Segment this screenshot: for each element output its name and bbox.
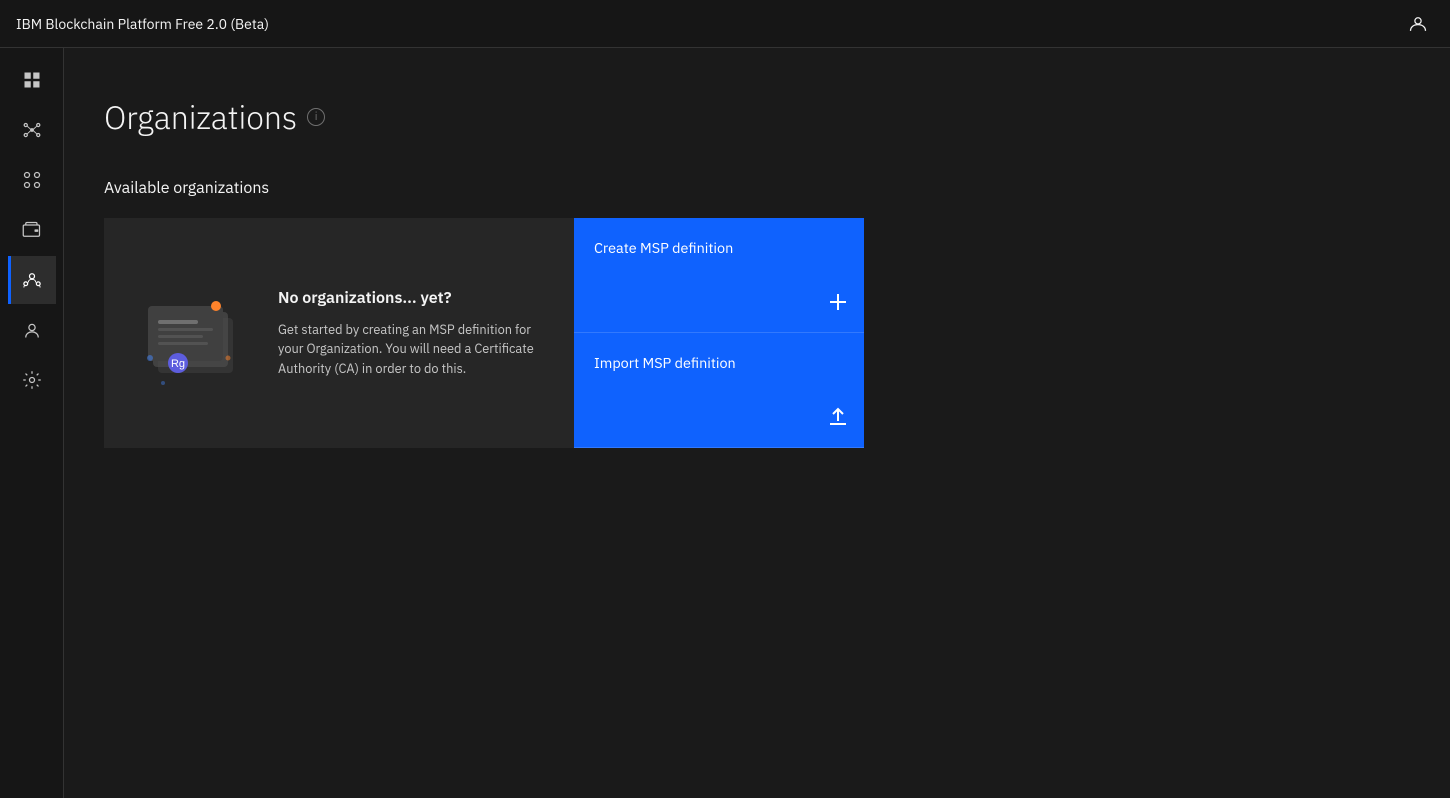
create-msp-label: Create MSP definition xyxy=(594,238,733,257)
sidebar-item-network[interactable] xyxy=(8,106,56,154)
upload-icon xyxy=(828,407,848,431)
page-header: Organizations i xyxy=(104,96,1410,138)
app-title: IBM Blockchain Platform Free 2.0 (Beta) xyxy=(16,15,269,33)
empty-state-illustration: Rg xyxy=(128,268,258,398)
action-cards: Create MSP definition Import MSP definit… xyxy=(574,218,864,448)
import-msp-label: Import MSP definition xyxy=(594,353,736,372)
empty-state-text: No organizations... yet? Get started by … xyxy=(278,288,550,378)
sidebar xyxy=(0,48,64,798)
import-msp-button[interactable]: Import MSP definition xyxy=(574,333,864,448)
empty-state-card: Rg No organizations... yet? Get started … xyxy=(104,218,574,448)
section-title: Available organizations xyxy=(104,178,1410,198)
sidebar-item-wallet[interactable] xyxy=(8,206,56,254)
user-icon[interactable] xyxy=(1402,8,1434,40)
sidebar-item-identity[interactable] xyxy=(8,306,56,354)
main-content: Organizations i Available organizations xyxy=(64,48,1450,798)
sidebar-item-settings[interactable] xyxy=(8,356,56,404)
sidebar-item-nodes[interactable] xyxy=(8,156,56,204)
sidebar-item-dashboard[interactable] xyxy=(8,56,56,104)
app-header: IBM Blockchain Platform Free 2.0 (Beta) xyxy=(0,0,1450,48)
page-title: Organizations xyxy=(104,96,297,138)
plus-icon xyxy=(828,292,848,316)
cards-row: Rg No organizations... yet? Get started … xyxy=(104,218,884,448)
svg-text:Rg: Rg xyxy=(171,358,185,370)
create-msp-button[interactable]: Create MSP definition xyxy=(574,218,864,333)
no-orgs-description: Get started by creating an MSP definitio… xyxy=(278,320,550,378)
info-icon[interactable]: i xyxy=(307,108,325,126)
no-orgs-title: No organizations... yet? xyxy=(278,288,550,308)
sidebar-item-organizations[interactable] xyxy=(8,256,56,304)
main-layout: Organizations i Available organizations xyxy=(0,48,1450,798)
